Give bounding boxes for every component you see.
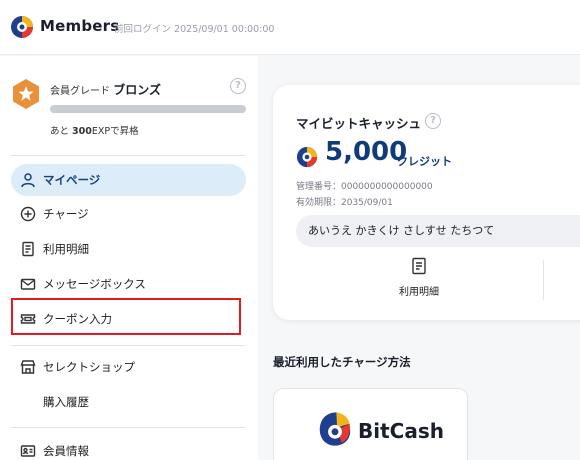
bitcash-logo-icon	[319, 412, 351, 446]
sidebar-item-purchase-history[interactable]: 購入履歴	[11, 386, 246, 418]
sidebar-item-label: マイページ	[43, 173, 101, 187]
recent-charge-title: 最近利用したチャージ方法	[273, 355, 411, 369]
management-number: 管理番号：0000000000000000	[296, 182, 433, 192]
exp-suffix: EXPで昇格	[91, 126, 139, 137]
grade-progress-bar	[50, 105, 246, 113]
sidebar-item-mypage[interactable]: マイページ	[11, 164, 246, 196]
balance-amount: 5,000	[325, 137, 408, 167]
grade-name: ブロンズ	[113, 83, 161, 97]
sidebar-item-label: 利用明細	[43, 242, 89, 256]
card-divider	[543, 260, 544, 300]
ticket-icon	[20, 314, 36, 324]
sidebar-item-select-shop[interactable]: セレクトショップ	[11, 351, 246, 383]
exp-prefix: あと	[50, 126, 70, 137]
last-login-text: 前回ログイン 2025/09/01 00:00:00	[114, 24, 275, 35]
charge-method-name: BitCash	[358, 419, 444, 443]
top-header: Members 前回ログイン 2025/09/01 00:00:00	[0, 0, 580, 55]
sidebar-divider	[11, 427, 246, 428]
sidebar-item-label: 会員情報	[43, 444, 89, 458]
cash-help-icon[interactable]: ?	[425, 113, 441, 129]
id-card-icon	[20, 445, 36, 457]
card-title: マイビットキャッシュ	[296, 116, 422, 131]
sidebar-divider	[11, 345, 246, 346]
card-holder-kana: あいうえ かきくけ さしすせ たちつて	[296, 215, 580, 247]
my-bitcash-card: マイビットキャッシュ ? 5,000 クレジット 管理番号：0000000000…	[273, 85, 580, 320]
sidebar-item-statement[interactable]: 利用明細	[11, 233, 246, 265]
document-icon	[412, 257, 426, 275]
member-grade: 会員グレード ブロンズ	[50, 81, 161, 98]
grade-help-icon[interactable]: ?	[230, 78, 246, 94]
sidebar-item-label: チャージ	[43, 207, 89, 221]
plus-circle-icon	[20, 206, 36, 222]
sidebar-divider	[11, 155, 246, 156]
usage-history-label: 利用明細	[399, 287, 439, 298]
sidebar-item-label: クーポン入力	[43, 312, 112, 326]
grade-label: 会員グレード	[50, 86, 110, 97]
expiry-date: 有効期限：2035/09/01	[296, 198, 393, 208]
shop-icon	[20, 360, 36, 374]
sidebar-item-member-info[interactable]: 会員情報	[11, 435, 246, 460]
brand-logo-icon[interactable]	[10, 15, 34, 39]
sidebar-item-coupon[interactable]: クーポン入力	[11, 303, 246, 335]
bitcash-coin-icon	[296, 146, 318, 168]
usage-history-link[interactable]: 利用明細	[383, 257, 455, 301]
sidebar-item-charge[interactable]: チャージ	[11, 198, 246, 230]
sidebar-item-label: セレクトショップ	[43, 360, 135, 374]
mail-icon	[20, 278, 36, 290]
star-badge-icon	[13, 79, 39, 109]
document-icon	[22, 241, 34, 257]
exp-value: 300	[72, 126, 92, 137]
sidebar: 会員グレード ブロンズ ? あと 300EXPで昇格 マイページ チャージ 利用…	[0, 56, 258, 460]
balance-unit: クレジット	[397, 155, 452, 168]
user-icon	[21, 173, 35, 188]
sidebar-item-label: メッセージボックス	[43, 277, 146, 291]
charge-method-bitcash[interactable]: BitCash	[273, 388, 468, 460]
sidebar-item-label: 購入履歴	[43, 395, 89, 409]
sidebar-item-messages[interactable]: メッセージボックス	[11, 268, 246, 300]
exp-to-next-grade: あと 300EXPで昇格	[50, 123, 139, 137]
brand-name: Members	[40, 17, 120, 35]
